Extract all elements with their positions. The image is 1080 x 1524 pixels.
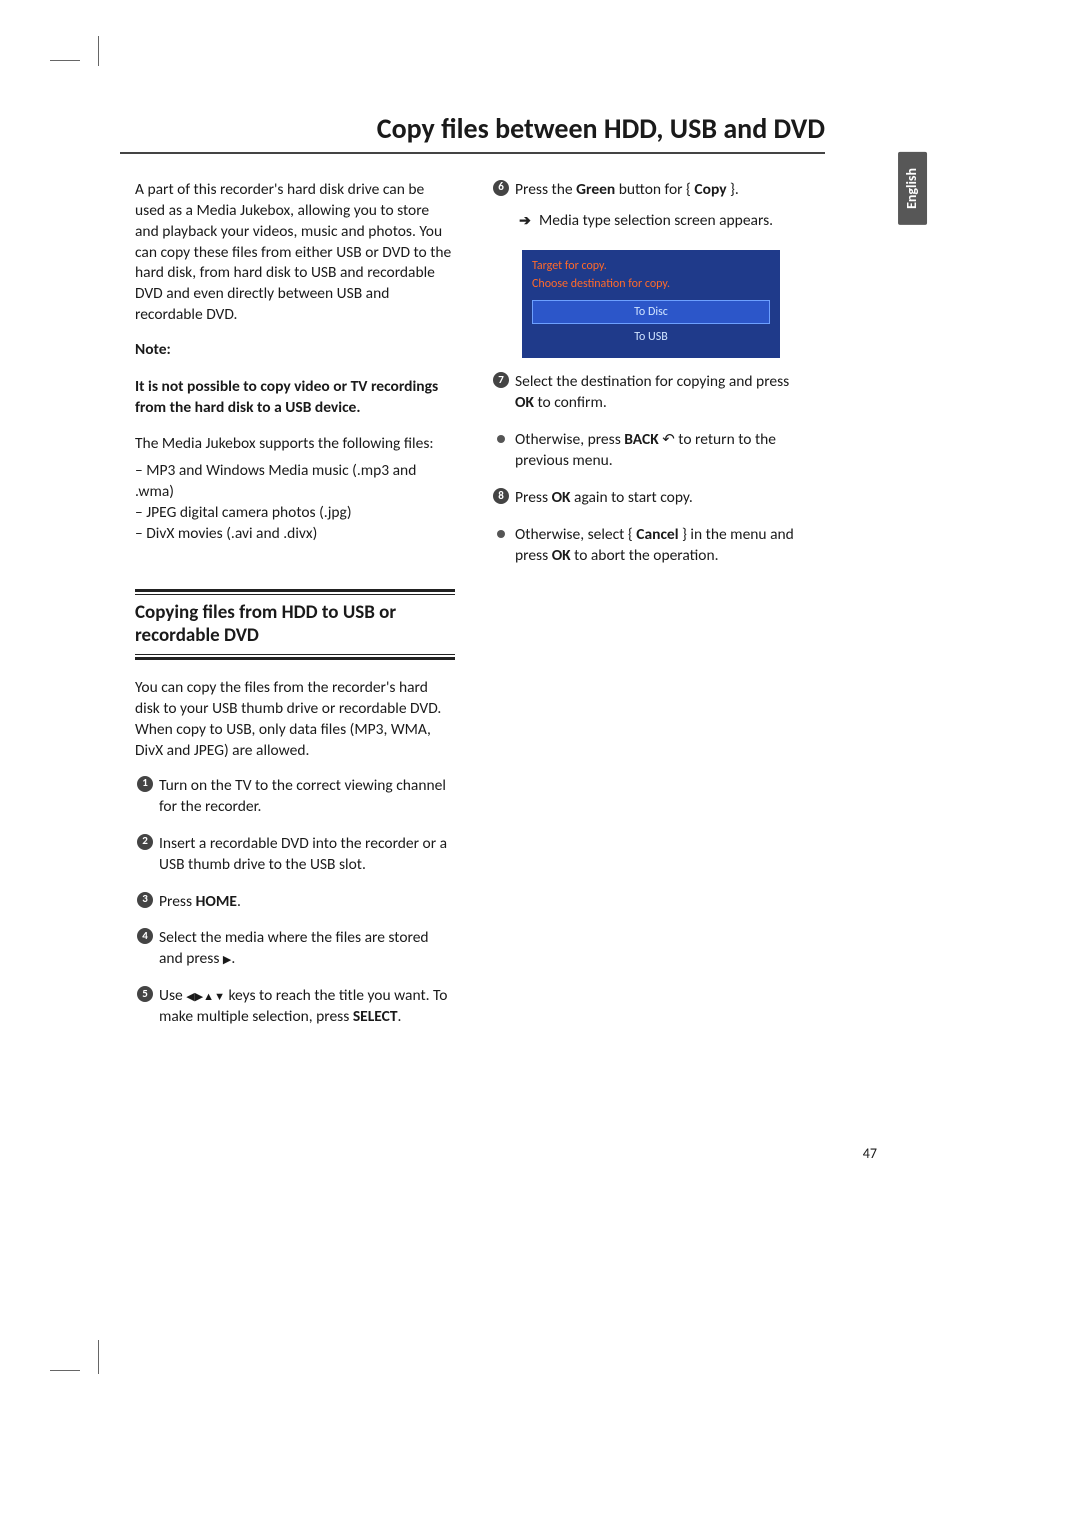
step-number-icon: 1: [137, 776, 153, 792]
file-type-item: DivX movies (.avi and .divx): [135, 524, 455, 545]
bullet-icon: [497, 530, 505, 538]
step-3: 3 Press HOME.: [135, 892, 455, 919]
screenshot-title: Target for copy.: [532, 258, 770, 274]
section-intro: You can copy the files from the recorder…: [135, 678, 455, 762]
ui-screenshot: Target for copy. Choose destination for …: [522, 250, 780, 359]
section-divider: [135, 589, 455, 592]
left-column: A part of this recorder's hard disk driv…: [135, 180, 455, 1044]
step-8: 8 Press OK again to start copy.: [491, 488, 811, 515]
result-arrow: ➔ Media type selection screen appears.: [515, 211, 811, 238]
step-5: 5 Use keys to reach the title you want. …: [135, 986, 455, 1034]
step-text: Press OK again to start copy.: [515, 488, 693, 509]
step-text: Press HOME.: [159, 892, 241, 913]
step-number-icon: 6: [493, 180, 509, 196]
step-number-icon: 3: [137, 892, 153, 908]
step-2: 2 Insert a recordable DVD into the recor…: [135, 834, 455, 882]
bullet-item: Otherwise, press BACK ↶ to return to the…: [491, 430, 811, 478]
bullet-item: Otherwise, select { Cancel } in the menu…: [491, 525, 811, 573]
step-text: Turn on the TV to the correct viewing ch…: [159, 776, 455, 818]
step-text: Insert a recordable DVD into the recorde…: [159, 834, 455, 876]
step-number-icon: 7: [493, 372, 509, 388]
section-divider: [135, 594, 455, 595]
step-text: Press the Green button for { Copy }.: [515, 180, 739, 201]
crop-mark: [98, 36, 99, 66]
note-text: It is not possible to copy video or TV r…: [135, 377, 455, 419]
bullet-text: Otherwise, select { Cancel } in the menu…: [515, 525, 811, 567]
arrow-right-icon: ➔: [519, 212, 531, 231]
step-text: Select the media where the files are sto…: [159, 928, 455, 970]
step-number-icon: 8: [493, 488, 509, 504]
step-number-icon: 4: [137, 928, 153, 944]
step-text: Select the destination for copying and p…: [515, 372, 811, 414]
screenshot-subtitle: Choose destination for copy.: [532, 276, 770, 292]
page-content: Copy files between HDD, USB and DVD Engl…: [135, 110, 875, 1044]
bullet-text: Otherwise, press BACK ↶ to return to the…: [515, 430, 811, 472]
section-heading: Copying files from HDD to USB or recorda…: [135, 601, 455, 649]
section-divider: [135, 657, 455, 660]
triangle-right-icon: [195, 986, 203, 1007]
note-label: Note:: [135, 340, 455, 361]
language-tab: English: [898, 152, 927, 225]
right-column: 6 Press the Green button for { Copy }. ➔…: [491, 180, 811, 1044]
step-number-icon: 5: [137, 986, 153, 1002]
file-type-item: JPEG digital camera photos (.jpg): [135, 503, 455, 524]
triangle-up-icon: [203, 986, 214, 1007]
triangle-left-icon: [186, 986, 194, 1007]
crop-mark: [50, 1370, 80, 1371]
step-6: 6 Press the Green button for { Copy }.: [491, 180, 811, 207]
step-text: Use keys to reach the title you want. To…: [159, 986, 455, 1028]
step-4: 4 Select the media where the files are s…: [135, 928, 455, 976]
step-number-icon: 2: [137, 834, 153, 850]
intro-text: A part of this recorder's hard disk driv…: [135, 180, 455, 326]
bullet-icon: [497, 435, 505, 443]
screenshot-option-selected: To Disc: [532, 300, 770, 324]
result-text: Media type selection screen appears.: [539, 211, 773, 232]
crop-mark: [98, 1340, 99, 1374]
section-divider: [135, 654, 455, 655]
file-type-item: MP3 and Windows Media music (.mp3 and .w…: [135, 461, 455, 503]
back-return-icon: ↶: [662, 431, 675, 449]
triangle-down-icon: [214, 986, 225, 1007]
screenshot-option: To USB: [532, 326, 770, 348]
page-title: Copy files between HDD, USB and DVD: [120, 110, 825, 154]
page-number: 47: [863, 1145, 877, 1164]
step-7: 7 Select the destination for copying and…: [491, 372, 811, 420]
step-1: 1 Turn on the TV to the correct viewing …: [135, 776, 455, 824]
supports-text: The Media Jukebox supports the following…: [135, 434, 455, 455]
crop-mark: [50, 60, 80, 61]
